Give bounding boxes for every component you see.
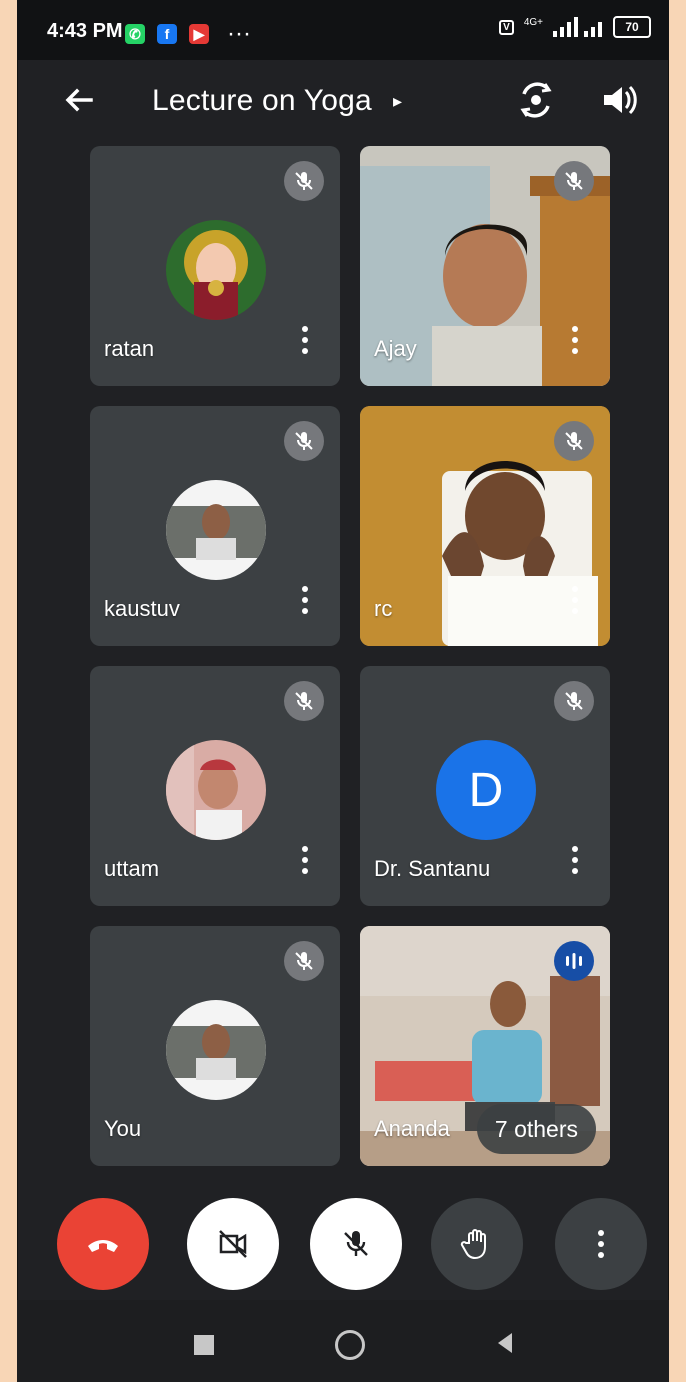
mic-off-icon [554,161,594,201]
mic-off-icon [284,941,324,981]
participant-name: Dr. Santanu [374,856,491,881]
more-options-icon[interactable] [568,846,582,880]
participant-name: uttam [104,856,160,881]
home-icon[interactable] [333,1328,367,1362]
status-time: 4:43 PM [47,20,123,42]
participant-tile-ananda[interactable]: Ananda 7 others [360,926,610,1166]
more-options-icon[interactable] [298,846,312,880]
participant-tile-ajay[interactable]: Ajay [360,146,610,386]
participant-avatar [166,1000,266,1100]
notification-icons: ✆ f ▶ ··· [125,20,251,48]
initial-avatar: D [436,740,536,840]
youtube-icon: ▶ [189,24,209,44]
signal-icon [553,17,602,37]
more-options-button[interactable] [555,1198,647,1290]
status-bar: 4:43 PM ✆ f ▶ ··· V 4G+ 70 [17,0,669,60]
more-vertical-icon [597,1230,605,1258]
mic-off-icon [554,421,594,461]
call-controls [17,1190,669,1300]
mic-off-icon [344,1231,368,1256]
hand-icon [460,1229,486,1260]
title-chevron-icon[interactable]: ▸ [393,91,402,112]
participant-name: kaustuv [104,596,180,621]
raise-hand-button[interactable] [431,1198,523,1290]
more-notifications: ··· [227,20,251,47]
mic-off-icon [284,421,324,461]
phone-hangup-icon [88,1240,118,1252]
back-icon[interactable] [490,1328,524,1362]
more-options-icon[interactable] [298,586,312,620]
end-call-button[interactable] [57,1198,149,1290]
speaker-icon[interactable] [597,78,641,122]
network-label: 4G+ [523,16,543,28]
more-options-icon[interactable] [568,586,582,620]
participant-avatar [166,480,266,580]
participant-avatar [166,740,266,840]
whatsapp-icon: ✆ [125,24,145,44]
participant-tile-dr-santanu[interactable]: D Dr. Santanu [360,666,610,906]
camera-off-icon [219,1230,247,1258]
participant-avatar [166,220,266,320]
camera-toggle-button[interactable] [187,1198,279,1290]
facebook-icon: f [157,24,177,44]
participant-name: Ajay [374,336,417,361]
meeting-title[interactable]: Lecture on Yoga [152,84,372,118]
participant-tile-ratan[interactable]: ratan [90,146,340,386]
more-options-icon[interactable] [568,326,582,360]
mic-off-icon [284,161,324,201]
recents-icon[interactable] [187,1328,221,1362]
microphone-toggle-button[interactable] [310,1198,402,1290]
phone-screen: 4:43 PM ✆ f ▶ ··· V 4G+ 70 Lecture on Yo… [17,0,669,1382]
system-navigation-bar [17,1300,669,1382]
system-status-icons: V 4G+ 70 [499,16,651,38]
participant-tile-you[interactable]: You [90,926,340,1166]
volte-icon: V [499,19,514,35]
switch-camera-icon[interactable] [514,78,558,122]
battery-icon: 70 [613,16,651,38]
participant-tile-kaustuv[interactable]: kaustuv [90,406,340,646]
participant-tile-uttam[interactable]: uttam [90,666,340,906]
others-button[interactable]: 7 others [476,1104,596,1154]
back-arrow-icon[interactable] [59,80,99,120]
participant-name: ratan [104,336,155,361]
participant-name: You [104,1116,142,1141]
mic-off-icon [284,681,324,721]
participant-name: rc [374,596,393,621]
participant-name: Ananda [374,1116,450,1141]
mic-off-icon [554,681,594,721]
more-options-icon[interactable] [298,326,312,360]
participant-tile-rc[interactable]: rc [360,406,610,646]
top-bar: Lecture on Yoga ▸ [17,60,669,140]
speaking-indicator-icon [554,941,594,981]
